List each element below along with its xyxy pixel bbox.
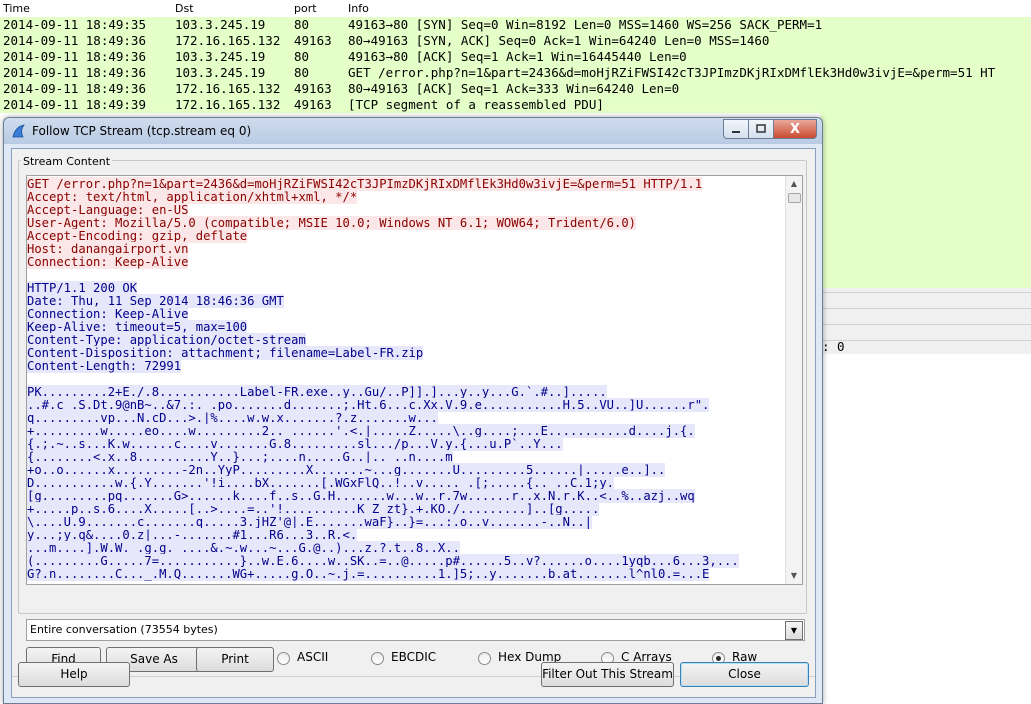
client-line: Connection: Keep-Alive [27, 255, 189, 269]
wireshark-fin-icon [12, 124, 25, 138]
packet-list-background-rows [820, 113, 1031, 288]
table-row[interactable]: 2014-09-11 18:49:39 172.16.165.132 49163… [0, 97, 1031, 113]
radio-circle-icon [277, 652, 290, 665]
cell-port: 49163 [294, 97, 332, 112]
cell-time: 2014-09-11 18:49:36 [3, 49, 146, 64]
cell-port: 80 [294, 49, 310, 64]
conversation-select-value: Entire conversation (73554 bytes) [30, 623, 218, 636]
column-info[interactable]: Info [348, 2, 369, 15]
binary-line: G?.n........C..._.M.Q.......WG+.....g.O.… [27, 567, 710, 581]
packet-list: 2014-09-11 18:49:35 103.3.245.19 80 4916… [0, 17, 1031, 113]
packet-list-header: Time Dst port Info [0, 0, 1031, 18]
radio-label: EBCDIC [391, 650, 437, 664]
table-row[interactable]: 2014-09-11 18:49:36 103.3.245.19 80 4916… [0, 49, 1031, 65]
stream-content-textview[interactable]: GET /error.php?n=1&part=2436&d=moHjRZiFW… [26, 175, 803, 585]
server-line: Content-Length: 72991 [27, 359, 182, 373]
chevron-down-icon[interactable]: ▼ [785, 621, 803, 640]
radio-circle-icon [371, 652, 384, 665]
table-row[interactable]: 2014-09-11 18:49:36 103.3.245.19 80 GET … [0, 65, 1031, 81]
cell-port: 80 [294, 17, 310, 32]
print-button[interactable]: Print [196, 647, 274, 672]
cell-dst: 172.16.165.132 [175, 33, 281, 48]
packet-details-pane [820, 288, 1031, 354]
cell-time: 2014-09-11 18:49:35 [3, 17, 146, 32]
filter-out-stream-button[interactable]: Filter Out This Stream [541, 662, 674, 687]
dialog-title: Follow TCP Stream (tcp.stream eq 0) [32, 124, 252, 138]
cell-dst: 103.3.245.19 [175, 49, 266, 64]
dialog-client-area: Stream Content GET /error.php?n=1&part=2… [11, 148, 816, 698]
cell-time: 2014-09-11 18:49:36 [3, 65, 146, 80]
cell-dst: 103.3.245.19 [175, 17, 266, 32]
dialog-titlebar[interactable]: Follow TCP Stream (tcp.stream eq 0) X [4, 118, 822, 144]
cell-info: GET /error.php?n=1&part=2436&d=moHjRZiFW… [348, 65, 996, 80]
cell-info: 49163→80 [ACK] Seq=1 Ack=1 Win=16445440 … [348, 49, 687, 64]
radio-circle-icon [478, 652, 491, 665]
table-row[interactable]: 2014-09-11 18:49:36 172.16.165.132 49163… [0, 33, 1031, 49]
close-icon: X [789, 121, 801, 137]
cell-info: 80→49163 [ACK] Seq=1 Ack=333 Win=64240 L… [348, 81, 680, 96]
stream-vertical-scrollbar[interactable]: ▲ ▼ [785, 176, 802, 584]
cell-info: 80→49163 [SYN, ACK] Seq=0 Ack=1 Win=6424… [348, 33, 770, 48]
maximize-icon [756, 124, 766, 133]
conversation-select[interactable]: Entire conversation (73554 bytes) ▼ [26, 619, 805, 641]
cell-port: 49163 [294, 33, 332, 48]
cell-dst: 172.16.165.132 [175, 81, 281, 96]
cell-info: 49163→80 [SYN] Seq=0 Win=8192 Len=0 MSS=… [348, 17, 823, 32]
cell-port: 80 [294, 65, 310, 80]
help-button[interactable]: Help [18, 662, 130, 687]
cell-dst: 103.3.245.19 [175, 65, 266, 80]
scroll-up-icon[interactable]: ▲ [786, 176, 802, 192]
cell-dst: 172.16.165.132 [175, 97, 281, 112]
scroll-thumb[interactable] [788, 193, 801, 203]
stream-content-label: Stream Content [21, 155, 113, 168]
cell-time: 2014-09-11 18:49:36 [3, 81, 146, 96]
maximize-button[interactable] [749, 119, 774, 139]
minimize-button[interactable] [723, 119, 749, 139]
cell-port: 49163 [294, 81, 332, 96]
close-window-button[interactable]: X [774, 119, 817, 139]
column-port[interactable]: port [294, 2, 317, 15]
cell-time: 2014-09-11 18:49:39 [3, 97, 146, 112]
table-row[interactable]: 2014-09-11 18:49:36 172.16.165.132 49163… [0, 81, 1031, 97]
packet-detail-fragment: : 0 [822, 339, 845, 354]
column-dst[interactable]: Dst [175, 2, 194, 15]
minimize-icon [732, 131, 740, 133]
column-time[interactable]: Time [3, 2, 30, 15]
follow-tcp-stream-dialog: Follow TCP Stream (tcp.stream eq 0) X St… [3, 117, 823, 704]
radio-label: ASCII [297, 650, 329, 664]
close-button[interactable]: Close [680, 662, 809, 687]
scroll-down-icon[interactable]: ▼ [786, 568, 802, 584]
table-row[interactable]: 2014-09-11 18:49:35 103.3.245.19 80 4916… [0, 17, 1031, 33]
window-controls: X [723, 119, 817, 139]
cell-info: [TCP segment of a reassembled PDU] [348, 97, 604, 112]
cell-time: 2014-09-11 18:49:36 [3, 33, 146, 48]
